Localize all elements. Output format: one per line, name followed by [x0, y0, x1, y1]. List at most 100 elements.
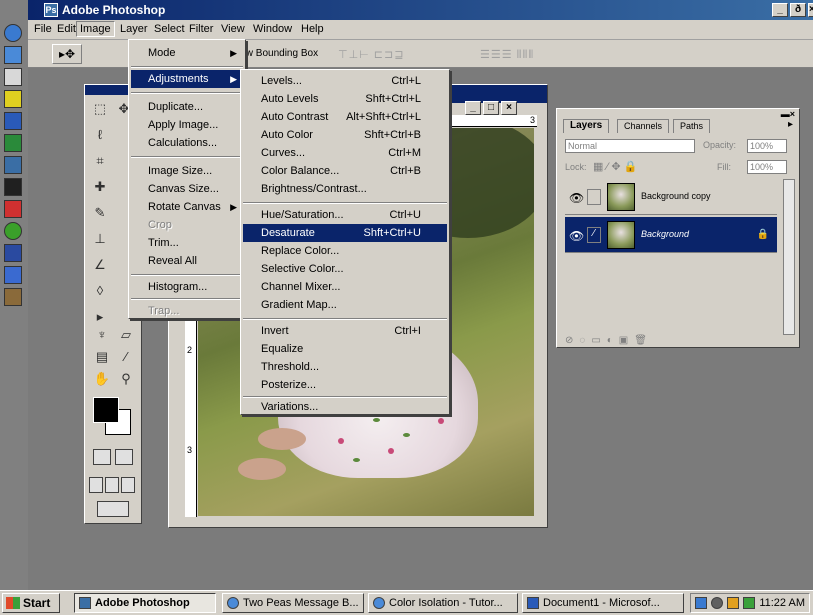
eye-icon[interactable]: 👁 — [569, 191, 584, 205]
menu-item-calculations[interactable]: Calculations... — [131, 134, 243, 152]
notes-tool-icon[interactable]: ▤ — [91, 347, 113, 367]
word-doc-icon[interactable] — [4, 112, 22, 130]
menu-item-threshold[interactable]: Threshold... — [243, 358, 447, 376]
layer-action-icons[interactable]: ⊘◌▭◐▣🗑 — [565, 335, 653, 346]
menu-item-reveal-all[interactable]: Reveal All — [131, 252, 243, 270]
task-adobe-photoshop[interactable]: Adobe Photoshop — [74, 593, 216, 613]
menu-view[interactable]: View — [218, 23, 248, 35]
menu-item-color-balance[interactable]: Color Balance... Ctrl+B — [243, 162, 447, 180]
menu-item-rotate-canvas[interactable]: Rotate Canvas ▶ — [131, 198, 243, 216]
ie-icon[interactable] — [4, 24, 22, 42]
update-tray-icon[interactable] — [743, 597, 755, 609]
align-icons[interactable]: ⊤⊥⊢ ⊏⊐⊒ — [338, 48, 404, 61]
menu-select[interactable]: Select — [151, 23, 188, 35]
publisher-icon[interactable] — [4, 244, 22, 262]
menu-item-desaturate[interactable]: Desaturate Shft+Ctrl+U — [243, 224, 447, 242]
foreground-color-swatch[interactable] — [93, 397, 119, 423]
powerpoint-icon[interactable] — [4, 178, 22, 196]
menu-item-curves[interactable]: Curves... Ctrl+M — [243, 144, 447, 162]
app-icon[interactable] — [4, 90, 22, 108]
menu-item-selective-color[interactable]: Selective Color... — [243, 260, 447, 278]
menu-item-canvas-size[interactable]: Canvas Size... — [131, 180, 243, 198]
distribute-icons[interactable]: ☰☰☰ ⦀⦀⦀ — [480, 48, 534, 62]
menu-item-gradient-map[interactable]: Gradient Map... — [243, 296, 447, 314]
minimize-button[interactable]: _ — [772, 3, 788, 17]
menu-item-auto-levels[interactable]: Auto Levels Shft+Ctrl+L — [243, 90, 447, 108]
palette-menu-icon[interactable]: ▸ — [788, 119, 793, 130]
task-color-isolation[interactable]: Color Isolation - Tutor... — [368, 593, 518, 613]
menu-item-histogram[interactable]: Histogram... — [131, 278, 243, 296]
menu-item-duplicate[interactable]: Duplicate... — [131, 98, 243, 116]
marquee-tool-icon[interactable]: ⬚ — [89, 99, 111, 119]
menu-filter[interactable]: Filter — [186, 23, 216, 35]
eyedropper-tool-icon[interactable]: ⁄ — [115, 347, 137, 367]
menu-help[interactable]: Help — [298, 23, 327, 35]
move-tool-preset-icon[interactable]: ▸✥ — [52, 44, 82, 64]
title-bar[interactable]: Ps Adobe Photoshop _ ð × — [28, 0, 813, 20]
menu-item-replace-color[interactable]: Replace Color... — [243, 242, 447, 260]
menu-item-invert[interactable]: Invert Ctrl+I — [243, 322, 447, 340]
brush-link-icon[interactable]: ⁄ — [587, 227, 601, 243]
menu-image[interactable]: Image — [76, 21, 115, 37]
standard-mode-button[interactable] — [93, 449, 111, 465]
menu-item-posterize[interactable]: Posterize... — [243, 376, 447, 394]
book-icon[interactable] — [4, 266, 22, 284]
menu-item-brightness-contrast[interactable]: Brightness/Contrast... — [243, 180, 447, 198]
layer-link-box[interactable] — [587, 189, 601, 205]
menu-item-channel-mixer[interactable]: Channel Mixer... — [243, 278, 447, 296]
screen-mode-3-button[interactable] — [121, 477, 135, 493]
menu-item-mode[interactable]: Mode ▶ — [131, 44, 243, 62]
tab-channels[interactable]: Channels — [617, 119, 670, 133]
close-button[interactable]: × — [808, 3, 813, 17]
network-icon[interactable] — [4, 46, 22, 64]
history-brush-icon[interactable]: ∠ — [89, 255, 111, 275]
lasso-tool-icon[interactable]: ℓ — [89, 125, 111, 145]
volume-tray-icon[interactable] — [711, 597, 723, 609]
menu-window[interactable]: Window — [250, 23, 295, 35]
menu-item-apply-image[interactable]: Apply Image... — [131, 116, 243, 134]
layer-row-background[interactable]: 👁 ⁄ Background 🔒 — [565, 217, 777, 253]
start-button[interactable]: Start — [2, 593, 60, 613]
menu-item-hue-saturation[interactable]: Hue/Saturation... Ctrl+U — [243, 206, 447, 224]
task-document1[interactable]: Document1 - Microsof... — [522, 593, 684, 613]
screen-mode-1-button[interactable] — [89, 477, 103, 493]
hand-tool-icon[interactable]: ✋ — [91, 369, 113, 389]
opacity-field[interactable]: 100% — [747, 139, 787, 153]
media-icon[interactable] — [4, 222, 22, 240]
excel-icon[interactable] — [4, 134, 22, 152]
blend-mode-select[interactable]: Normal — [565, 139, 695, 153]
photoshop-icon[interactable] — [4, 156, 22, 174]
doc-minimize-button[interactable]: _ — [465, 101, 481, 115]
maximize-button[interactable]: ð — [790, 3, 806, 17]
menu-item-auto-color[interactable]: Auto Color Shft+Ctrl+B — [243, 126, 447, 144]
doc-close-button[interactable]: × — [501, 101, 517, 115]
menu-layer[interactable]: Layer — [117, 23, 151, 35]
layer-row-background-copy[interactable]: 👁 Background copy — [565, 179, 777, 215]
eraser-tool-icon[interactable]: ◊ — [89, 281, 111, 301]
menu-item-auto-contrast[interactable]: Auto Contrast Alt+Shft+Ctrl+L — [243, 108, 447, 126]
tab-layers[interactable]: Layers — [563, 119, 610, 133]
network-tray-icon[interactable] — [695, 597, 707, 609]
menu-item-trim[interactable]: Trim... — [131, 234, 243, 252]
zoom-tool-icon[interactable]: ⚲ — [115, 369, 137, 389]
quick-mask-button[interactable] — [115, 449, 133, 465]
lock-icons[interactable]: ▦ ⁄ ✥ 🔒 — [593, 160, 637, 173]
fill-field[interactable]: 100% — [747, 160, 787, 174]
menu-file[interactable]: File — [31, 23, 55, 35]
tab-paths[interactable]: Paths — [673, 119, 711, 133]
doc-maximize-button[interactable]: □ — [483, 101, 499, 115]
crop-tool-icon[interactable]: ⌗ — [89, 151, 111, 171]
jump-to-imageready-button[interactable] — [97, 501, 129, 517]
menu-item-image-size[interactable]: Image Size... — [131, 162, 243, 180]
menu-item-equalize[interactable]: Equalize — [243, 340, 447, 358]
path-tool-icon[interactable]: ▸ — [89, 307, 111, 327]
layers-palette-title-bar[interactable] — [557, 109, 799, 117]
menu-item-variations[interactable]: Variations... — [243, 398, 447, 416]
brush-tool-icon[interactable]: ✎ — [89, 203, 111, 223]
game-icon[interactable] — [4, 288, 22, 306]
menu-item-adjustments[interactable]: Adjustments ▶ — [131, 70, 243, 88]
task-two-peas[interactable]: Two Peas Message B... — [222, 593, 364, 613]
word-icon[interactable] — [4, 68, 22, 86]
layers-scrollbar[interactable] — [783, 179, 795, 335]
menu-item-levels[interactable]: Levels... Ctrl+L — [243, 72, 447, 90]
